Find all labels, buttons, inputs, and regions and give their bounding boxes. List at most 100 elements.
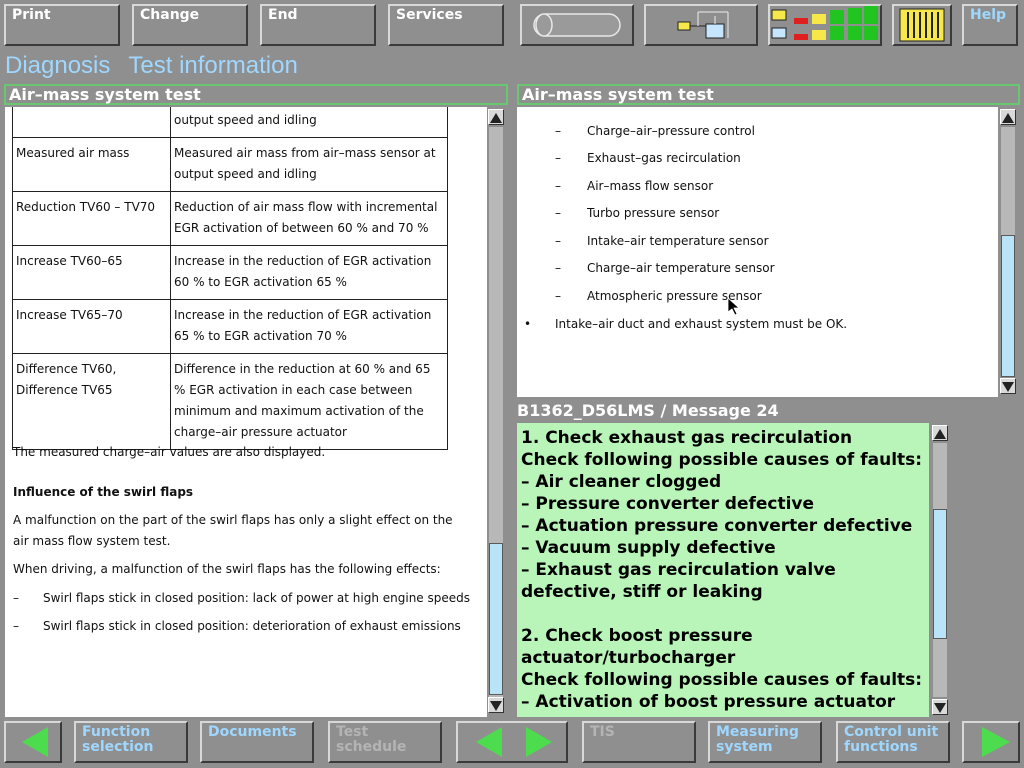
bullet-text: Intake–air duct and exhaust system must … (555, 317, 848, 331)
triangle-up-icon (490, 113, 502, 123)
tis-button[interactable]: TIS (582, 721, 696, 763)
table-cell-desc: Measured air mass from air–mass sensor a… (170, 137, 448, 192)
table-cell-name: Increase TV60–65 (12, 245, 171, 300)
dash-marker: – (555, 179, 561, 193)
list-item: – (555, 150, 561, 166)
connector-status[interactable] (892, 4, 952, 46)
triangle-down-icon (490, 701, 502, 711)
triangle-up-icon (1002, 113, 1014, 123)
battery-cylinder-icon (533, 13, 621, 37)
swirl-item-text: Swirl flaps stick in closed position: la… (43, 591, 471, 605)
right-scrollbar[interactable] (999, 107, 1017, 397)
left-document-pane[interactable]: output speed and idling Measured air mas… (5, 107, 487, 717)
change-button[interactable]: Change (132, 4, 248, 46)
dash-marker: – (555, 124, 561, 138)
list-item-text: Charge–air–pressure control (587, 124, 755, 138)
signal-status[interactable] (768, 4, 882, 46)
scroll-thumb[interactable] (933, 509, 947, 639)
list-item: – (555, 205, 561, 221)
message-scrollbar[interactable] (931, 423, 949, 717)
connector-plug-icon (899, 8, 945, 42)
function-selection-button[interactable]: Function selection (74, 721, 188, 763)
end-button[interactable]: End (260, 4, 376, 46)
list-item-text: Intake–air temperature sensor (587, 234, 769, 248)
list-item-text: Charge–air temperature sensor (587, 261, 775, 275)
list-item: – (555, 288, 561, 304)
control-unit-functions-button[interactable]: Control unit functions (836, 721, 950, 763)
table-cell-desc: output speed and idling (170, 107, 448, 138)
dash-marker: – (13, 591, 19, 605)
message-line: – Exhaust gas recirculation valve defect… (521, 560, 842, 602)
scroll-up-arrow[interactable] (1000, 109, 1016, 125)
message-line: – Pressure converter defective (521, 494, 815, 514)
scroll-down-arrow[interactable] (1000, 378, 1016, 394)
documents-button[interactable]: Documents (200, 721, 314, 763)
dash-marker: – (555, 206, 561, 220)
message-line: 1. Check exhaust gas recirculation (521, 428, 853, 448)
arrow-left-icon (22, 727, 48, 757)
page-title: Diagnosis Test information (5, 50, 316, 82)
swirl-item: – (13, 590, 19, 606)
right-document-pane[interactable]: – Charge–air–pressure control – Exhaust–… (517, 107, 998, 397)
table-row: Increase TV65–70 Increase in the reducti… (12, 299, 448, 354)
scroll-down-arrow[interactable] (932, 699, 948, 715)
dash-marker: – (555, 261, 561, 275)
right-panel-title: Air–mass system test (517, 84, 1020, 105)
signal-level-icon (771, 6, 878, 40)
message-line: 2. Check boost pressure actuator/turboch… (521, 626, 759, 668)
message-line (521, 603, 925, 625)
test-schedule-button[interactable]: Test schedule (328, 721, 442, 763)
page-nav-button[interactable] (456, 721, 568, 763)
network-connection-icon (677, 11, 729, 39)
scroll-up-arrow[interactable] (488, 109, 504, 125)
scroll-thumb[interactable] (1001, 235, 1015, 377)
list-item-text: Exhaust–gas recirculation (587, 151, 741, 165)
list-item: – (555, 260, 561, 276)
table-row: Measured air mass Measured air mass from… (12, 137, 448, 192)
nav-back-button[interactable] (4, 721, 62, 763)
nav-forward-button[interactable] (962, 721, 1020, 763)
bullet-marker: • (524, 317, 532, 331)
list-item-text: Air–mass flow sensor (587, 179, 714, 193)
left-panel-title: Air–mass system test (4, 84, 508, 105)
dash-marker: – (13, 619, 19, 633)
table-cell-desc: Increase in the reduction of EGR activat… (170, 299, 448, 354)
list-item: – (555, 123, 561, 139)
table-row: Difference TV60, Difference TV65 Differe… (12, 353, 448, 450)
table-row: output speed and idling (12, 107, 448, 138)
help-button[interactable]: Help (962, 4, 1018, 46)
swirl-heading: Influence of the swirl flaps (13, 485, 194, 499)
mouse-cursor-icon (728, 298, 740, 316)
parameter-table: output speed and idling Measured air mas… (12, 107, 448, 450)
swirl-item-text: Swirl flaps stick in closed position: de… (43, 619, 461, 633)
measuring-system-button[interactable]: Measuring system (708, 721, 822, 763)
table-cell-name (12, 107, 171, 138)
scroll-thumb[interactable] (489, 543, 503, 695)
title-test-information: Test information (128, 52, 298, 79)
list-item: – (555, 233, 561, 249)
table-cell-name: Difference TV60, Difference TV65 (12, 353, 171, 450)
message-title: B1362_D56LMS / Message 24 (517, 401, 779, 420)
triangle-down-icon (1002, 382, 1014, 392)
print-button[interactable]: Print (4, 4, 120, 46)
left-scrollbar[interactable] (487, 107, 505, 717)
battery-status[interactable] (520, 4, 634, 46)
scroll-up-arrow[interactable] (932, 425, 948, 441)
table-cell-desc: Difference in the reduction at 60 % and … (170, 353, 448, 450)
message-line: Check following possible causes of fault… (521, 450, 923, 470)
arrow-right-icon (982, 727, 1010, 757)
dash-marker: – (555, 289, 561, 303)
scroll-down-arrow[interactable] (488, 697, 504, 713)
triangle-down-icon (934, 703, 946, 713)
table-cell-desc: Reduction of air mass flow with incremen… (170, 191, 448, 246)
services-button[interactable]: Services (388, 4, 504, 46)
swirl-para-1: A malfunction on the part of the swirl f… (13, 513, 453, 548)
dash-marker: – (555, 151, 561, 165)
message-line: – Actuation pressure converter defective (521, 516, 913, 536)
arrow-right-icon (526, 727, 552, 757)
fault-message-pane[interactable]: 1. Check exhaust gas recirculation Check… (517, 423, 929, 717)
swirl-para-2: When driving, a malfunction of the swirl… (13, 562, 441, 576)
swirl-item: – (13, 618, 19, 634)
table-row: Reduction TV60 – TV70 Reduction of air m… (12, 191, 448, 246)
connection-status[interactable] (644, 4, 758, 46)
